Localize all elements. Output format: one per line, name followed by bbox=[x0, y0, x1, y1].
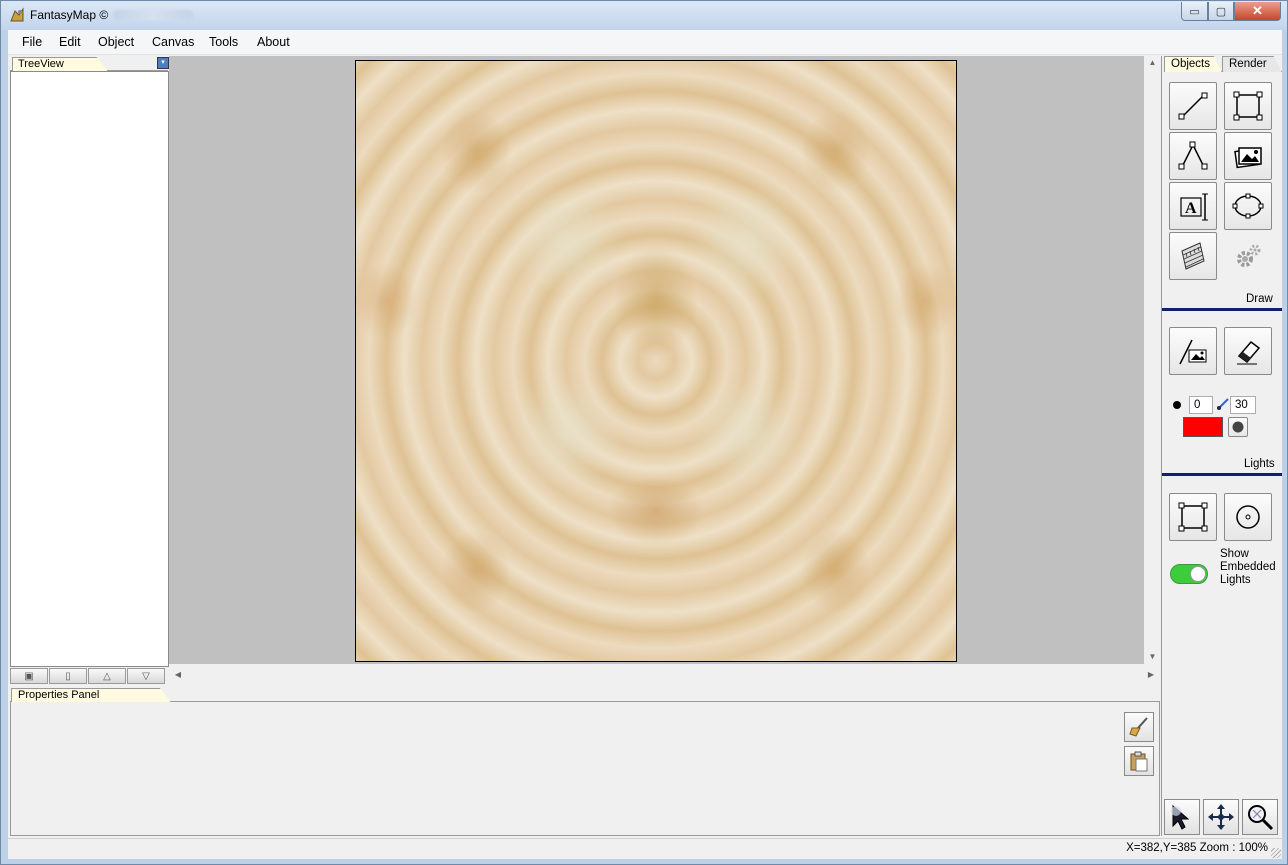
window-title: FantasyMap © bbox=[30, 8, 109, 22]
app-window: FantasyMap © ▭ ▢ ✕ File Edit Object Canv… bbox=[0, 0, 1288, 865]
clear-properties-button[interactable] bbox=[1124, 712, 1154, 742]
light-rect-tool-button[interactable] bbox=[1169, 493, 1217, 541]
treeview-tab[interactable]: TreeView bbox=[12, 57, 108, 71]
select-tool-button[interactable] bbox=[1164, 799, 1200, 835]
gears-icon bbox=[1237, 244, 1261, 267]
vertical-scrollbar[interactable]: ▲ ▼ bbox=[1144, 56, 1161, 664]
properties-panel bbox=[10, 702, 1160, 836]
magnifier-icon bbox=[1248, 805, 1274, 831]
svg-text:A: A bbox=[1185, 200, 1197, 217]
point-light-tool-button[interactable] bbox=[1224, 493, 1272, 541]
zoom-tool-button[interactable] bbox=[1242, 799, 1278, 835]
map-canvas[interactable] bbox=[355, 60, 957, 662]
ellipse-tool-button[interactable] bbox=[1224, 182, 1272, 230]
image-tool-button[interactable] bbox=[1224, 132, 1272, 180]
wall-tool-button[interactable] bbox=[1169, 232, 1217, 280]
lights-section-label: Lights bbox=[1244, 458, 1275, 470]
delete-button[interactable]: ▯ bbox=[49, 668, 87, 684]
brush-size-icon bbox=[1173, 401, 1181, 409]
move-down-button[interactable]: ▽ bbox=[127, 668, 165, 684]
rectangle-select-icon bbox=[1178, 502, 1208, 532]
draw-section-label: Draw bbox=[1246, 293, 1273, 305]
menu-about[interactable]: About bbox=[257, 35, 290, 49]
rectangle-icon bbox=[1233, 91, 1263, 121]
menu-tools[interactable]: Tools bbox=[209, 35, 238, 49]
treeview-tab-strip: TreeView ▾ bbox=[10, 56, 169, 71]
polyline-icon bbox=[1178, 141, 1208, 170]
move-up-button[interactable]: △ bbox=[88, 668, 126, 684]
lights-divider bbox=[1162, 473, 1282, 476]
line-icon bbox=[1178, 92, 1208, 120]
menu-bar: File Edit Object Canvas Tools About bbox=[8, 30, 1282, 55]
scroll-left-arrow-icon[interactable]: ◀ bbox=[171, 666, 185, 683]
scroll-down-arrow-icon[interactable]: ▼ bbox=[1144, 650, 1161, 664]
move-arrows-icon bbox=[1208, 804, 1234, 830]
show-embedded-lights-toggle[interactable] bbox=[1170, 564, 1208, 584]
properties-tab[interactable]: Properties Panel bbox=[11, 688, 171, 702]
menu-canvas[interactable]: Canvas bbox=[152, 35, 194, 49]
cursor-zoom-status: X=382,Y=385 Zoom : 100% bbox=[1126, 842, 1268, 854]
add-folder-button[interactable]: ▣ bbox=[10, 668, 48, 684]
treeview-toolbar: ▣ ▯ △ ▽ bbox=[10, 668, 168, 685]
broom-icon bbox=[1129, 717, 1148, 737]
title-redacted-region bbox=[113, 10, 193, 20]
brick-wall-icon bbox=[1181, 242, 1205, 270]
brush-size-input[interactable]: 0 bbox=[1189, 396, 1213, 414]
properties-tab-strip: Properties Panel bbox=[10, 687, 1160, 702]
light-brush-icon bbox=[1179, 339, 1207, 365]
ellipse-icon bbox=[1232, 193, 1264, 219]
pan-tool-button[interactable] bbox=[1203, 799, 1239, 835]
polyline-tool-button[interactable] bbox=[1169, 132, 1217, 180]
tab-render[interactable]: Render bbox=[1222, 56, 1282, 72]
minimize-button[interactable]: ▭ bbox=[1181, 2, 1208, 21]
circle-icon bbox=[1232, 421, 1244, 433]
title-bar[interactable]: FantasyMap © ▭ ▢ ✕ bbox=[1, 1, 1287, 30]
point-light-icon bbox=[1236, 505, 1260, 529]
line-tool-button[interactable] bbox=[1169, 82, 1217, 130]
pointer-arrow-icon bbox=[1171, 804, 1190, 830]
toggle-knob bbox=[1190, 566, 1206, 582]
treeview-panel[interactable] bbox=[10, 71, 169, 667]
show-embedded-lights-label: Show Embedded Lights bbox=[1220, 548, 1276, 586]
light-paint-tool-button[interactable] bbox=[1169, 327, 1217, 375]
canvas-viewport[interactable] bbox=[169, 56, 1144, 664]
brush-opacity-input[interactable]: 30 bbox=[1230, 396, 1256, 414]
menu-edit[interactable]: Edit bbox=[59, 35, 81, 49]
paste-properties-button[interactable] bbox=[1124, 746, 1154, 776]
app-icon bbox=[10, 7, 24, 22]
settings-tool-button[interactable] bbox=[1224, 232, 1272, 280]
eraser-icon bbox=[1237, 340, 1261, 365]
status-bar: X=382,Y=385 Zoom : 100% bbox=[8, 838, 1282, 859]
close-button[interactable]: ✕ bbox=[1234, 2, 1281, 21]
rectangle-tool-button[interactable] bbox=[1224, 82, 1272, 130]
maximize-button[interactable]: ▢ bbox=[1208, 2, 1234, 21]
right-tool-panel: Objects Render A Draw 0 30 Lights Show E… bbox=[1161, 56, 1282, 836]
clipboard-icon bbox=[1130, 751, 1148, 772]
draw-divider bbox=[1162, 308, 1282, 311]
pin-icon[interactable]: ▾ bbox=[157, 57, 169, 69]
eraser-tool-button[interactable] bbox=[1224, 327, 1272, 375]
menu-object[interactable]: Object bbox=[98, 35, 134, 49]
menu-file[interactable]: File bbox=[22, 35, 42, 49]
brush-opacity-icon bbox=[1217, 398, 1229, 410]
light-color-swatch[interactable] bbox=[1183, 417, 1223, 437]
resize-grip-icon[interactable] bbox=[1271, 848, 1281, 858]
horizontal-scrollbar[interactable]: ◀ ▶ bbox=[169, 666, 1154, 683]
image-stack-icon bbox=[1234, 147, 1262, 169]
client-area: File Edit Object Canvas Tools About Tree… bbox=[8, 30, 1282, 859]
tab-objects[interactable]: Objects bbox=[1164, 56, 1222, 72]
scroll-up-arrow-icon[interactable]: ▲ bbox=[1144, 56, 1161, 70]
scroll-right-arrow-icon[interactable]: ▶ bbox=[1144, 666, 1158, 683]
light-shape-button[interactable] bbox=[1228, 417, 1248, 437]
text-icon: A bbox=[1180, 193, 1208, 221]
text-tool-button[interactable]: A bbox=[1169, 182, 1217, 230]
